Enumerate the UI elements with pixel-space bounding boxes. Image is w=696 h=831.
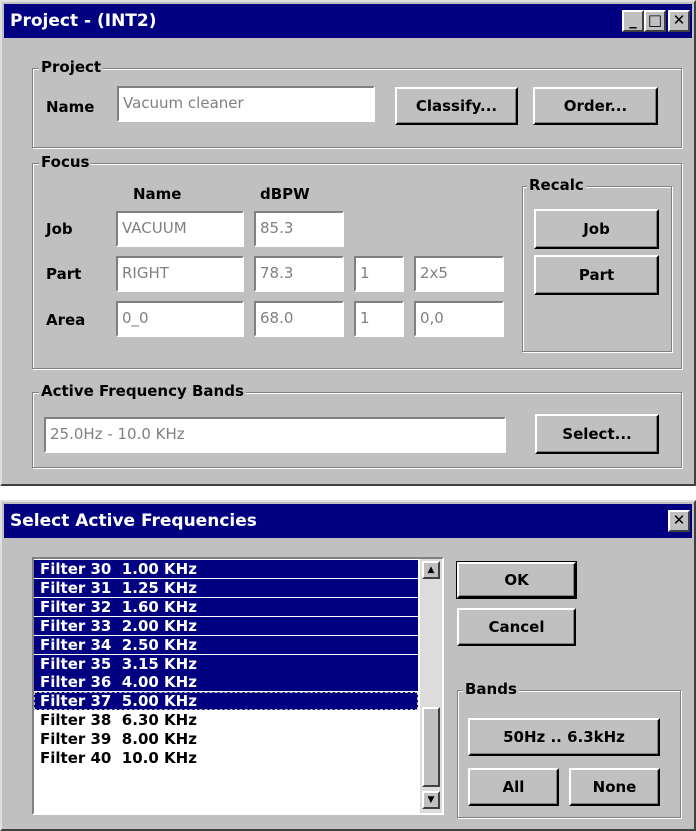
filter-list-item[interactable]: Filter 33 2.00 KHz xyxy=(34,616,418,635)
area-size-field[interactable]: 0,0 xyxy=(414,301,504,337)
job-label: Job xyxy=(46,220,73,238)
close-button[interactable]: ✕ xyxy=(668,10,690,32)
filter-list-item[interactable]: Filter 32 1.60 KHz xyxy=(34,597,418,616)
filter-list-item[interactable]: Filter 38 6.30 KHz xyxy=(34,711,418,729)
recalc-group-legend: Recalc xyxy=(527,176,586,194)
close-button[interactable]: ✕ xyxy=(668,510,690,532)
filter-listbox[interactable]: ▲ ▼ Filter 30 1.00 KHz Filter 31 1.25 KHz… xyxy=(32,557,444,815)
select-bands-button[interactable]: Select... xyxy=(535,414,659,454)
job-dbpw-field[interactable]: 85.3 xyxy=(254,211,344,247)
area-count-field[interactable]: 1 xyxy=(354,301,404,337)
list-scrollbar[interactable]: ▲ ▼ xyxy=(420,559,442,813)
part-count-field[interactable]: 1 xyxy=(354,256,404,292)
maximize-button[interactable]: □ xyxy=(644,10,666,32)
filter-list-item[interactable]: Filter 40 10.0 KHz xyxy=(34,749,418,767)
part-dbpw-field[interactable]: 78.3 xyxy=(254,256,344,292)
recalc-part-button[interactable]: Part xyxy=(534,255,659,295)
area-dbpw-field[interactable]: 68.0 xyxy=(254,301,344,337)
recalc-job-button[interactable]: Job xyxy=(534,209,659,249)
project-group-legend: Project xyxy=(39,58,104,76)
filter-list-item[interactable]: Filter 37 5.00 KHz xyxy=(34,692,418,711)
name-label: Name xyxy=(46,98,95,116)
scroll-up-icon[interactable]: ▲ xyxy=(422,561,440,579)
scroll-thumb[interactable] xyxy=(422,707,440,787)
ok-button[interactable]: OK xyxy=(456,561,577,599)
filter-list-item[interactable]: Filter 30 1.00 KHz xyxy=(34,560,418,578)
filter-list-item[interactable]: Filter 34 2.50 KHz xyxy=(34,635,418,654)
project-name-field[interactable]: Vacuum cleaner xyxy=(117,86,375,122)
part-name-field[interactable]: RIGHT xyxy=(116,256,244,292)
focus-group-legend: Focus xyxy=(39,153,92,171)
cancel-button[interactable]: Cancel xyxy=(457,608,576,646)
filter-list-item[interactable]: Filter 36 4.00 KHz xyxy=(34,673,418,692)
project-window: Project - (INT2) _ □ ✕ Project Name Vacu… xyxy=(0,0,696,486)
filter-list-item[interactable]: Filter 39 8.00 KHz xyxy=(34,730,418,748)
project-window-title: Project - (INT2) xyxy=(10,11,157,31)
filter-list-item[interactable]: Filter 31 1.25 KHz xyxy=(34,578,418,597)
part-size-field[interactable]: 2x5 xyxy=(414,256,504,292)
job-name-field[interactable]: VACUUM xyxy=(116,211,244,247)
filter-list-item[interactable]: Filter 35 3.15 KHz xyxy=(34,654,418,673)
classify-button[interactable]: Classify... xyxy=(395,87,518,125)
area-name-field[interactable]: 0_0 xyxy=(116,301,244,337)
select-frequencies-window: Select Active Frequencies ✕ ▲ ▼ Filter 3… xyxy=(0,500,696,831)
bands-group-legend: Bands xyxy=(463,680,519,698)
order-button[interactable]: Order... xyxy=(533,87,658,125)
active-bands-legend: Active Frequency Bands xyxy=(39,382,246,400)
project-window-titlebar[interactable]: Project - (INT2) _ □ ✕ xyxy=(4,4,692,38)
area-label: Area xyxy=(46,311,86,329)
minimize-button[interactable]: _ xyxy=(622,10,644,32)
frequency-range-field[interactable]: 25.0Hz - 10.0 KHz xyxy=(44,417,506,453)
part-label: Part xyxy=(46,265,82,283)
focus-name-header: Name xyxy=(133,185,182,203)
all-bands-button[interactable]: All xyxy=(468,768,559,806)
select-window-titlebar[interactable]: Select Active Frequencies ✕ xyxy=(4,504,692,538)
focus-dbpw-header: dBPW xyxy=(260,185,310,203)
band-preset-button[interactable]: 50Hz .. 6.3kHz xyxy=(468,718,660,756)
scroll-down-icon[interactable]: ▼ xyxy=(422,791,440,809)
no-bands-button[interactable]: None xyxy=(569,768,660,806)
select-window-title: Select Active Frequencies xyxy=(10,511,257,531)
